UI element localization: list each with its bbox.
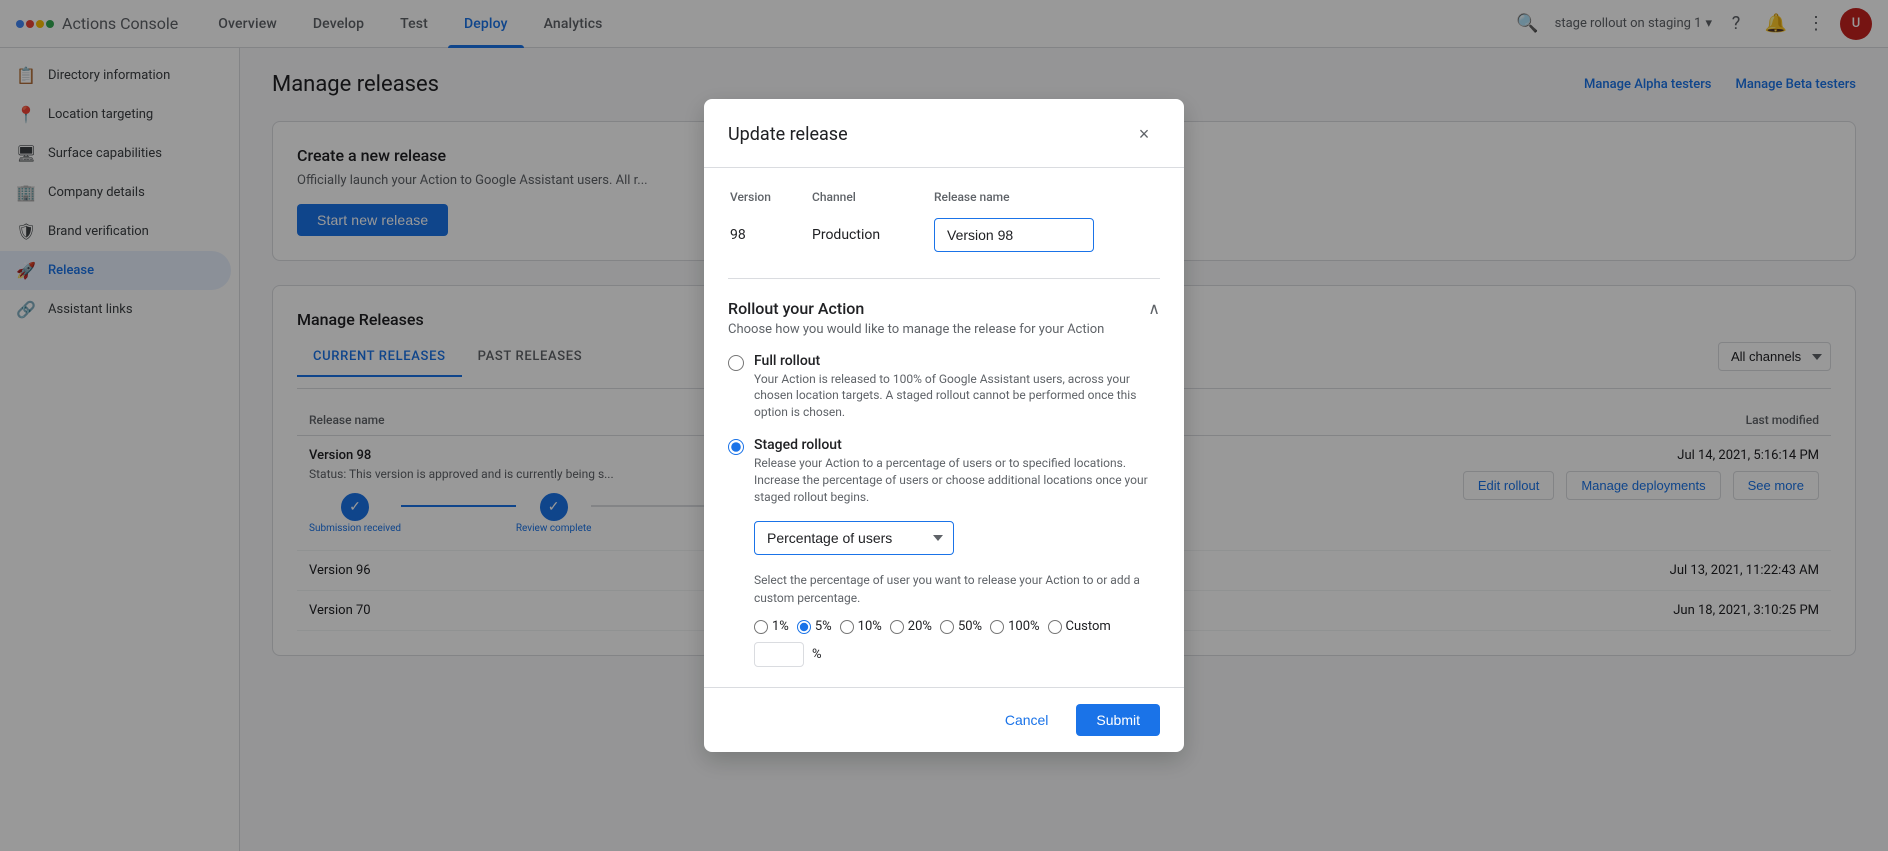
rollout-desc: Choose how you would like to manage the … <box>728 322 1104 337</box>
dialog-close-button[interactable]: × <box>1128 119 1160 151</box>
pct-radio-10[interactable] <box>840 620 854 634</box>
dialog-header: Update release × <box>704 99 1184 168</box>
full-rollout-desc: Your Action is released to 100% of Googl… <box>754 371 1160 421</box>
pct-radio-1[interactable] <box>754 620 768 634</box>
version-table: Version Channel Release name 98 Producti… <box>728 188 1160 258</box>
staged-rollout-desc: Release your Action to a percentage of u… <box>754 455 1160 505</box>
full-rollout-radio[interactable] <box>728 355 744 371</box>
version-col-release-name: Release name <box>934 190 1158 212</box>
percentage-desc: Select the percentage of user you want t… <box>754 571 1160 607</box>
pct-label-50: 50% <box>958 619 982 634</box>
pct-label-100: 100% <box>1008 619 1039 634</box>
rollout-title: Rollout your Action <box>728 299 1104 318</box>
version-number: 98 <box>730 214 810 256</box>
dialog-body: Version Channel Release name 98 Producti… <box>704 168 1184 688</box>
dialog-title: Update release <box>728 124 848 145</box>
pct-option-100[interactable]: 100% <box>990 619 1039 634</box>
pct-radio-100[interactable] <box>990 620 1004 634</box>
update-release-dialog: Update release × Version Channel Release… <box>704 99 1184 753</box>
pct-label-10: 10% <box>858 619 882 634</box>
submit-button[interactable]: Submit <box>1076 704 1160 736</box>
dialog-footer: Cancel Submit <box>704 687 1184 752</box>
pct-label-20: 20% <box>908 619 932 634</box>
dialog-overlay: Update release × Version Channel Release… <box>0 0 1888 851</box>
pct-option-custom[interactable]: Custom <box>1048 619 1111 634</box>
rollout-type-dropdown[interactable]: Percentage of users Specific locations <box>754 521 954 555</box>
pct-label-custom: Custom <box>1066 619 1111 634</box>
pct-radio-50[interactable] <box>940 620 954 634</box>
version-col-version: Version <box>730 190 810 212</box>
staged-rollout-label: Staged rollout <box>754 437 1160 453</box>
pct-label-5: 5% <box>815 619 832 634</box>
rollout-chevron-icon[interactable]: ∧ <box>1148 299 1160 318</box>
pct-option-1[interactable]: 1% <box>754 619 789 634</box>
version-col-channel: Channel <box>812 190 932 212</box>
pct-option-5[interactable]: 5% <box>797 619 832 634</box>
rollout-header: Rollout your Action Choose how you would… <box>728 299 1160 337</box>
staged-rollout-option: Staged rollout Release your Action to a … <box>728 437 1160 505</box>
pct-radio-20[interactable] <box>890 620 904 634</box>
version-channel: Production <box>812 214 932 256</box>
pct-radio-custom[interactable] <box>1048 620 1062 634</box>
release-name-input[interactable] <box>934 218 1094 252</box>
percentage-section: Select the percentage of user you want t… <box>754 571 1160 667</box>
pct-label-1: 1% <box>772 619 789 634</box>
staged-rollout-radio[interactable] <box>728 439 744 455</box>
percentage-options: 1% 5% 10% 20% <box>754 619 1160 667</box>
pct-option-10[interactable]: 10% <box>840 619 882 634</box>
pct-radio-5[interactable] <box>797 620 811 634</box>
full-rollout-option: Full rollout Your Action is released to … <box>728 353 1160 421</box>
rollout-section: Rollout your Action Choose how you would… <box>728 278 1160 668</box>
pct-option-20[interactable]: 20% <box>890 619 932 634</box>
cancel-button[interactable]: Cancel <box>989 704 1065 736</box>
pct-percent-sign: % <box>812 647 822 662</box>
pct-option-50[interactable]: 50% <box>940 619 982 634</box>
full-rollout-label: Full rollout <box>754 353 1160 369</box>
pct-custom-input[interactable] <box>754 642 804 667</box>
